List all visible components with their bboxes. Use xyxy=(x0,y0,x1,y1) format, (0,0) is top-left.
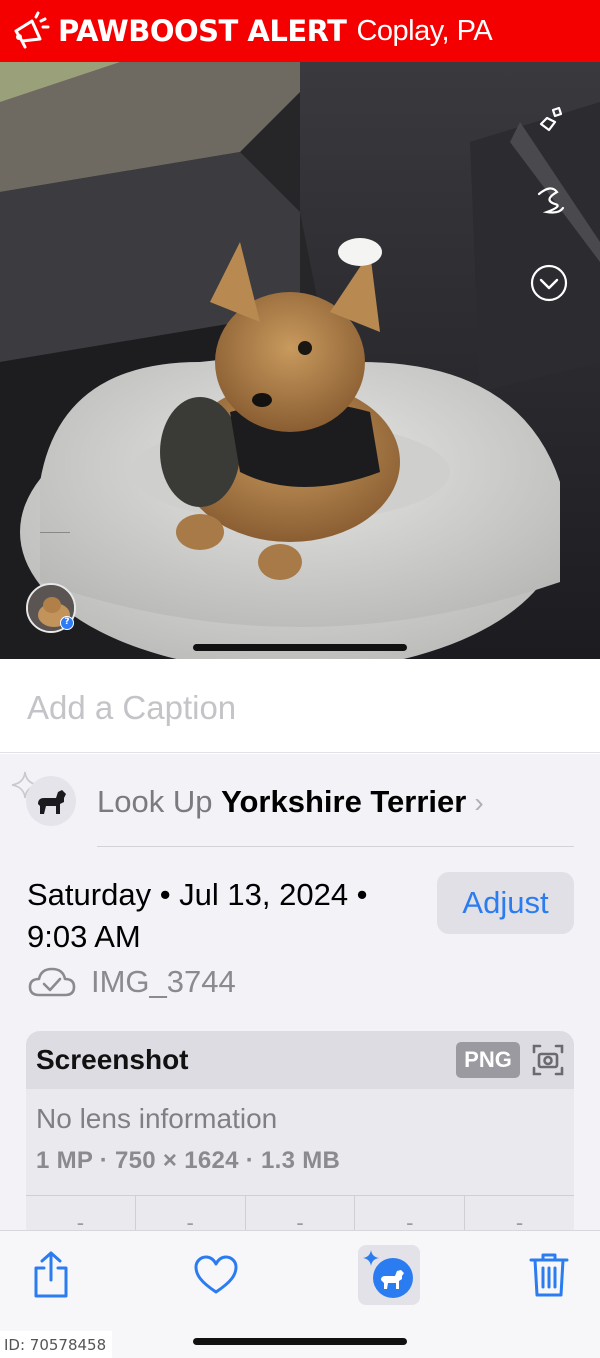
heart-icon xyxy=(194,1255,238,1294)
lookup-breed: Yorkshire Terrier xyxy=(221,784,467,819)
visual-lookup-row[interactable]: Look Up Yorkshire Terrier › xyxy=(0,754,600,848)
thumbnail-badge: ? xyxy=(60,616,74,630)
image-name-row: IMG_3744 xyxy=(27,964,236,1000)
icloud-check-icon xyxy=(28,967,76,997)
trash-icon xyxy=(529,1253,569,1297)
photo-info-panel: Look Up Yorkshire Terrier › Saturday • Ju… xyxy=(0,754,600,1241)
caption-field[interactable]: Add a Caption xyxy=(0,659,600,753)
home-indicator xyxy=(193,644,407,651)
share-icon xyxy=(34,1251,68,1298)
megaphone-icon xyxy=(14,11,50,49)
listing-id: ID: 70578458 xyxy=(0,1331,113,1358)
alert-location: Coplay, PA xyxy=(356,14,493,47)
alert-banner: PAWBOOST ALERT Coplay, PA xyxy=(0,0,600,62)
screenshot-camera-icon xyxy=(532,1044,564,1076)
delete-button[interactable] xyxy=(522,1245,576,1305)
sticker-icon[interactable] xyxy=(529,98,573,142)
adjust-button[interactable]: Adjust xyxy=(437,872,574,934)
image-name: IMG_3744 xyxy=(91,964,236,999)
favorite-button[interactable] xyxy=(188,1245,244,1305)
chevron-right-icon: › xyxy=(474,787,484,818)
home-indicator xyxy=(193,1338,407,1345)
chevron-down-circle-icon[interactable] xyxy=(527,261,571,305)
visual-lookup-button[interactable] xyxy=(358,1245,420,1305)
dog-in-car-seat-image xyxy=(0,62,600,659)
dog-breed-icon xyxy=(26,776,76,826)
caption-placeholder: Add a Caption xyxy=(27,689,237,726)
image-specs: 1 MP · 750 × 1624 · 1.3 MB xyxy=(36,1147,341,1174)
pet-photo[interactable] xyxy=(0,62,600,659)
metadata-card: Screenshot PNG No lens information 1 MP … xyxy=(26,1031,574,1241)
lens-info: No lens information xyxy=(36,1103,278,1134)
metadata-card-header: Screenshot PNG xyxy=(26,1031,574,1089)
visual-lookup-icon xyxy=(363,1250,413,1298)
scribble-icon[interactable] xyxy=(529,178,573,222)
divider xyxy=(97,846,574,847)
lookup-prefix: Look Up xyxy=(97,784,213,819)
format-badge: PNG xyxy=(456,1042,520,1078)
brand-name: PAWBOOST ALERT xyxy=(58,14,347,48)
share-button[interactable] xyxy=(24,1245,78,1305)
metadata-title: Screenshot xyxy=(36,1044,189,1075)
photo-datetime: Saturday • Jul 13, 2024 • 9:03 AM xyxy=(27,877,368,954)
